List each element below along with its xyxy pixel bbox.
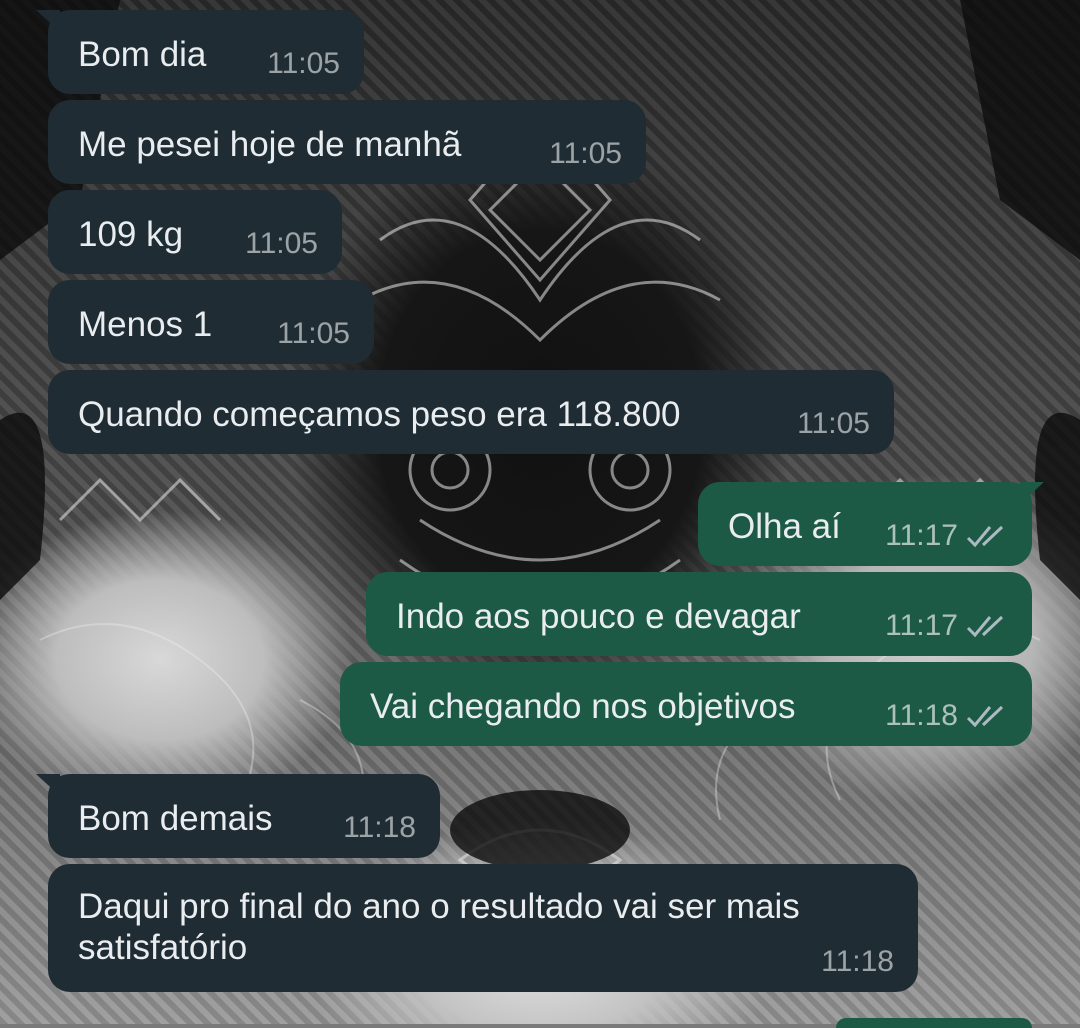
message-bubble-incoming[interactable]: Quando começamos peso era 118.800 11:05 <box>48 370 894 454</box>
message-meta: 11:18 <box>821 941 894 982</box>
message-bubble-outgoing[interactable]: Olha aí 11:17 <box>698 482 1044 566</box>
message-bubble-incoming[interactable]: 109 kg 11:05 <box>48 190 342 274</box>
message-time: 11:05 <box>549 137 622 170</box>
message-time: 11:18 <box>343 811 416 844</box>
message-time: 11:18 <box>885 699 958 732</box>
message-bubble-outgoing-partial <box>836 1018 1032 1028</box>
message-bubble-outgoing[interactable]: Vai chegando nos objetivos 11:18 <box>340 662 1032 746</box>
message-bubble-incoming[interactable]: Bom dia 11:05 <box>36 10 364 94</box>
message-bubble-incoming[interactable]: Bom demais 11:18 <box>36 774 440 858</box>
bubble-tail <box>36 774 60 796</box>
message-time: 11:05 <box>245 227 318 260</box>
message-meta: 11:05 <box>277 313 350 354</box>
message-time: 11:17 <box>885 609 958 642</box>
message-bubble-incoming[interactable]: Menos 1 11:05 <box>48 280 374 364</box>
message-time: 11:18 <box>821 945 894 978</box>
message-text: Me pesei hoje de manhã <box>78 125 462 164</box>
message-bubble-incoming[interactable]: Daqui pro final do ano o resultado vai s… <box>48 864 918 992</box>
bubble-tail <box>1020 482 1044 504</box>
message-meta: 11:17 <box>885 515 1008 556</box>
message-time: 11:17 <box>885 519 958 552</box>
message-list[interactable]: Bom dia 11:05 Me pesei hoje de manhã 11:… <box>0 0 1080 1028</box>
message-meta: 11:05 <box>549 133 622 174</box>
message-meta: 11:18 <box>343 807 416 848</box>
message-bubble-outgoing[interactable]: Indo aos pouco e devagar 11:17 <box>366 572 1032 656</box>
message-text: Daqui pro final do ano o resultado vai s… <box>78 887 800 967</box>
bubble-tail <box>36 10 60 32</box>
message-text: Quando começamos peso era 118.800 <box>78 395 681 434</box>
double-check-icon <box>966 703 1008 729</box>
double-check-icon <box>966 613 1008 639</box>
message-meta: 11:05 <box>797 403 870 444</box>
message-meta: 11:18 <box>885 695 1008 736</box>
double-check-icon <box>966 523 1008 549</box>
message-time: 11:05 <box>267 47 340 80</box>
message-meta: 11:05 <box>267 43 340 84</box>
message-bubble-incoming[interactable]: Me pesei hoje de manhã 11:05 <box>48 100 646 184</box>
message-time: 11:05 <box>277 317 350 350</box>
message-meta: 11:05 <box>245 223 318 264</box>
message-time: 11:05 <box>797 407 870 440</box>
message-meta: 11:17 <box>885 605 1008 646</box>
